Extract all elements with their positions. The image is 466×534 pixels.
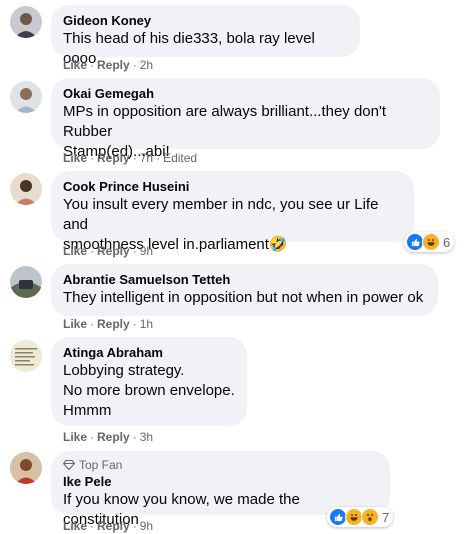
comment-time[interactable]: 3h [140, 430, 153, 444]
avatar[interactable] [10, 6, 42, 38]
reply-link[interactable]: Reply [97, 151, 130, 165]
reaction-count: 6 [443, 234, 451, 250]
reply-link[interactable]: Reply [97, 430, 130, 444]
comment-bubble: Gideon Koney This head of his die333, bo… [51, 5, 360, 67]
reaction-summary[interactable]: 7 [327, 507, 394, 527]
comment-bubble: Okai Gemegah MPs in opposition are alway… [51, 78, 440, 160]
comment-time[interactable]: 9h [140, 519, 153, 533]
comment-time[interactable]: 2h [140, 58, 153, 72]
reply-link[interactable]: Reply [97, 317, 130, 331]
comment-meta: Like · Reply · 3h [63, 430, 154, 444]
like-link[interactable]: Like [63, 244, 87, 258]
comment-bubble: Cook Prince Huseini You insult every mem… [51, 171, 414, 253]
comment-meta: Like · Reply · 2h [63, 58, 154, 72]
reaction-count: 7 [382, 509, 390, 525]
comment-author[interactable]: Abrantie Samuelson Tetteh [63, 272, 426, 288]
comment-text: They intelligent in opposition but not w… [63, 289, 424, 306]
comment-text: Lobbying strategy. No more brown envelop… [63, 362, 235, 419]
comment-author[interactable]: Gideon Koney [63, 13, 348, 29]
comment-bubble: Abrantie Samuelson Tetteh They intellige… [51, 264, 438, 316]
comment-meta: Like · Reply · 9h [63, 244, 154, 258]
avatar[interactable] [10, 340, 42, 372]
comment-meta: Like · Reply · 7h · Edited [63, 151, 198, 165]
comment-bubble: Atinga Abraham Lobbying strategy. No mor… [51, 337, 247, 426]
reaction-summary[interactable]: 6 [404, 232, 455, 252]
reply-link[interactable]: Reply [97, 244, 130, 258]
avatar[interactable] [10, 266, 42, 298]
reply-link[interactable]: Reply [97, 58, 130, 72]
comment-author[interactable]: Ike Pele [63, 474, 378, 490]
edited-label: Edited [163, 151, 198, 165]
like-link[interactable]: Like [63, 430, 87, 444]
wow-reaction-icon [361, 508, 379, 526]
comment-time[interactable]: 7h [140, 151, 153, 165]
comment-author[interactable]: Atinga Abraham [63, 345, 235, 361]
like-link[interactable]: Like [63, 317, 87, 331]
diamond-icon [63, 460, 75, 470]
comment-bubble: Top Fan Ike Pele If you know you know, w… [51, 451, 390, 528]
like-link[interactable]: Like [63, 519, 87, 533]
like-link[interactable]: Like [63, 151, 87, 165]
comment-meta: Like · Reply · 1h [63, 317, 154, 331]
avatar[interactable] [10, 81, 42, 113]
avatar[interactable] [10, 452, 42, 484]
comment-time[interactable]: 1h [140, 317, 153, 331]
avatar[interactable] [10, 173, 42, 205]
comment-meta: Like · Reply · 9h [63, 519, 154, 533]
comment-author[interactable]: Cook Prince Huseini [63, 179, 402, 195]
like-link[interactable]: Like [63, 58, 87, 72]
top-fan-badge: Top Fan [63, 458, 378, 472]
haha-reaction-icon [422, 233, 440, 251]
comment-time[interactable]: 9h [140, 244, 153, 258]
comment-author[interactable]: Okai Gemegah [63, 86, 428, 102]
reply-link[interactable]: Reply [97, 519, 130, 533]
